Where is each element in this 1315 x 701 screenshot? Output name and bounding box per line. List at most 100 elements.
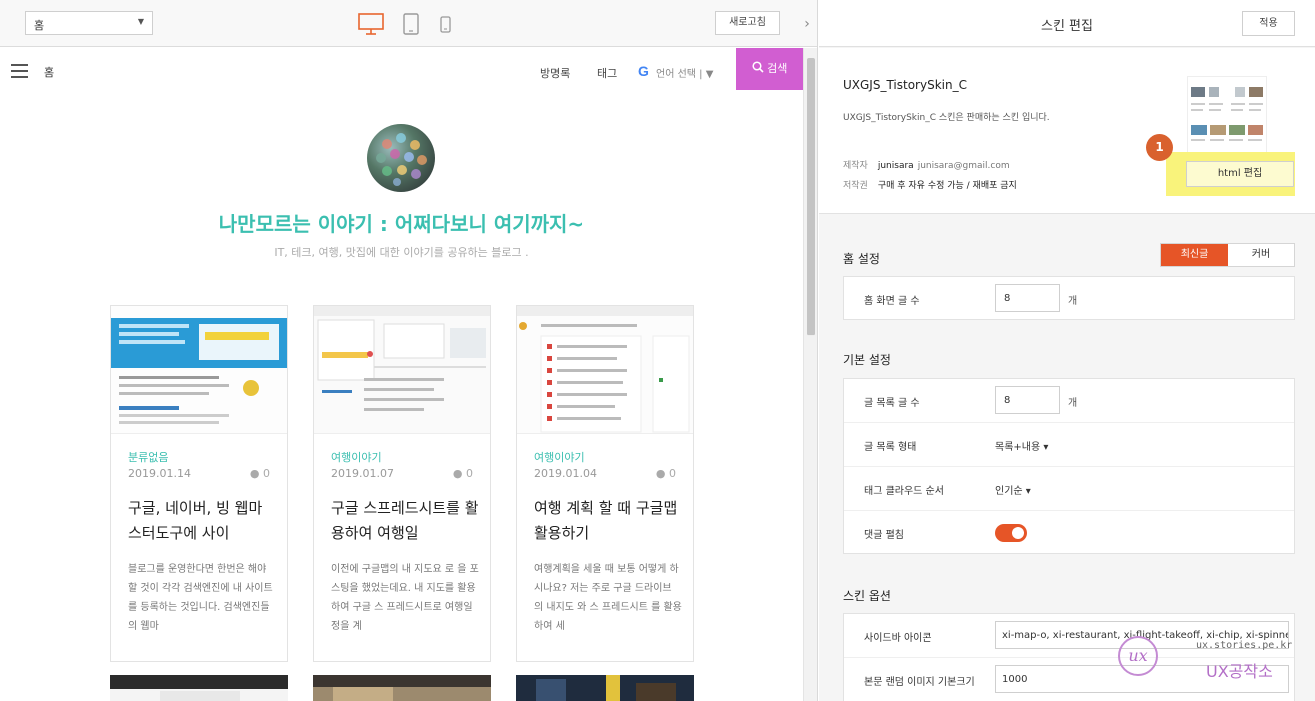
hamburger-menu-icon[interactable] <box>11 64 28 78</box>
chevron-right-icon[interactable]: › <box>796 10 817 38</box>
home-mode-tabs: 최신글 커버 <box>1160 243 1295 267</box>
chevron-down-icon: ▼ <box>137 17 144 26</box>
post-count-input[interactable]: 8 <box>995 386 1060 414</box>
desktop-icon[interactable] <box>358 13 384 35</box>
post-excerpt: 블로그를 운영한다면 한번은 해야 할 것이 각각 검색엔진에 내 사이트를 등… <box>128 564 273 632</box>
preview-scrollbar[interactable] <box>803 48 817 701</box>
post-thumbnail[interactable] <box>313 675 491 701</box>
blog-description: IT, 테크, 여행, 맛집에 대한 이야기를 공유하는 블로그 . <box>274 246 529 259</box>
post-date: 2019.01.07 <box>331 467 394 480</box>
home-post-count-input[interactable]: 8 <box>995 284 1060 312</box>
blog-preview: 홈 방명록 태그 G 언어 선택 | ▼ 검색 나만모르는 이야기: 어쩌다보… <box>0 48 803 701</box>
post-thumbnail[interactable] <box>110 675 288 701</box>
preview-pane: 홈 ▼ 새로고침 › 홈 방명록 태그 G 언어 선택 | ▼ 검색 나만모르는… <box>0 0 818 701</box>
post-date: 2019.01.04 <box>534 467 597 480</box>
mobile-icon[interactable] <box>440 16 451 33</box>
avatar <box>367 124 435 192</box>
step-badge: 1 <box>1146 134 1173 161</box>
comment-icon: ● <box>249 467 260 480</box>
preview-toolbar: 홈 ▼ 새로고침 › <box>0 0 817 47</box>
watermark-logo-icon: ux <box>1118 636 1158 676</box>
post-title[interactable]: 구글, 네이버, 빙 웹마스터도구에 사이 <box>128 496 276 548</box>
tab-cover[interactable]: 커버 <box>1228 244 1294 266</box>
page-select-value: 홈 <box>34 19 45 32</box>
comment-expand-label: 댓글 펼침 <box>864 530 904 541</box>
sidebar-icon-label: 사이드바 아이콘 <box>864 633 932 644</box>
language-select[interactable]: 언어 선택 | ▼ <box>656 65 713 80</box>
comment-count-value: 0 <box>263 467 270 480</box>
post-card[interactable]: 분류없음 2019.01.14 ● 0 구글, 네이버, 빙 웹마스터도구에 사… <box>110 305 288 662</box>
comment-count: ● 0 <box>453 467 473 480</box>
tablet-icon[interactable] <box>403 13 419 35</box>
skin-description: UXGJS_TistorySkin_C 스킨은 판매하는 스킨 입니다. <box>843 113 1050 123</box>
post-card[interactable]: 여행이야기 2019.01.07 ● 0 구글 스프레드시트를 활용하여 여행일… <box>313 305 491 662</box>
list-type-select[interactable]: 목록+내용 ▾ <box>995 438 1048 453</box>
google-logo-icon: G <box>638 63 649 79</box>
copyright-label: 저작권 <box>843 181 868 191</box>
list-type-row: 글 목록 형태 목록+내용 ▾ <box>844 423 1294 467</box>
post-thumbnail[interactable] <box>516 675 694 701</box>
blog-nav: 홈 방명록 태그 G 언어 선택 | ▼ 검색 <box>0 48 803 94</box>
basic-settings-box: 글 목록 글 수 8 개 글 목록 형태 목록+내용 ▾ 태그 클라우드 순서 … <box>843 378 1295 554</box>
search-label: 검색 <box>767 62 788 75</box>
post-title[interactable]: 여행 계획 할 때 구글맵 활용하기 <box>534 496 682 548</box>
page-select[interactable]: 홈 ▼ <box>25 11 153 35</box>
home-post-count-label: 홈 화면 글 수 <box>864 296 920 307</box>
post-date: 2019.01.14 <box>128 467 191 480</box>
post-excerpt: 이전에 구글맵의 내 지도요 로 을 포스팅을 했었는데요. 내 지도를 활용하… <box>331 564 479 632</box>
skin-copyright: 저작권 구매 후 자유 수정 가능 / 재배포 금지 <box>843 178 1017 191</box>
tag-order-select[interactable]: 인기순 ▾ <box>995 482 1031 497</box>
comment-count: ● 0 <box>250 467 270 480</box>
editor-header: 스킨 편집 적용 <box>819 0 1315 47</box>
watermark: ux ux.stories.pe.kr UX공작소 <box>1118 636 1298 686</box>
watermark-url: ux.stories.pe.kr <box>1196 640 1293 651</box>
tag-order-row: 태그 클라우드 순서 인기순 ▾ <box>844 467 1294 511</box>
home-post-count-unit: 개 <box>1068 296 1078 307</box>
skin-editor-pane: 스킨 편집 적용 UXGJS_TistorySkin_C UXGJS_Tisto… <box>819 0 1315 701</box>
comment-expand-toggle[interactable] <box>995 524 1027 542</box>
author-email: junisara@gmail.com <box>917 161 1010 171</box>
post-thumbnail <box>314 306 490 434</box>
author-label: 제작자 <box>843 161 868 171</box>
search-icon <box>752 61 764 73</box>
skin-options-title: 스킨 옵션 <box>843 589 891 603</box>
post-count-unit: 개 <box>1068 398 1078 409</box>
comment-icon: ● <box>655 467 666 480</box>
comment-count-value: 0 <box>669 467 676 480</box>
post-excerpt: 여행계획을 세울 때 보통 어떻게 하시나요? 저는 주로 구글 드라이브 의 … <box>534 564 682 632</box>
tab-latest[interactable]: 최신글 <box>1161 244 1228 266</box>
copyright-value: 구매 후 자유 수정 가능 / 재배포 금지 <box>877 181 1017 191</box>
home-settings-title: 홈 설정 <box>843 252 880 266</box>
scrollbar-thumb[interactable] <box>807 58 815 336</box>
skin-name: UXGJS_TistorySkin_C <box>843 78 967 92</box>
post-card[interactable]: 여행이야기 2019.01.04 ● 0 여행 계획 할 때 구글맵 활용하기 … <box>516 305 694 662</box>
post-category[interactable]: 분류없음 <box>128 449 168 465</box>
post-count-label: 글 목록 글 수 <box>864 398 920 409</box>
html-edit-button[interactable]: html 편집 <box>1186 161 1294 187</box>
tag-order-label: 태그 클라우드 순서 <box>864 486 944 497</box>
comment-icon: ● <box>452 467 463 480</box>
nav-guestbook[interactable]: 방명록 <box>540 65 570 81</box>
home-settings-box: 홈 화면 글 수 8 개 <box>843 276 1295 320</box>
post-category[interactable]: 여행이야기 <box>534 449 585 465</box>
post-thumbnail <box>517 306 693 434</box>
post-title[interactable]: 구글 스프레드시트를 활용하여 여행일 <box>331 496 479 548</box>
list-type-label: 글 목록 형태 <box>864 442 917 453</box>
post-category[interactable]: 여행이야기 <box>331 449 382 465</box>
search-button[interactable]: 검색 <box>736 48 803 90</box>
watermark-name: UX공작소 <box>1206 662 1273 681</box>
page-title: 스킨 편집 <box>1041 19 1093 34</box>
author-name: junisara <box>877 161 914 171</box>
comment-count: ● 0 <box>656 467 676 480</box>
nav-home[interactable]: 홈 <box>44 64 54 80</box>
basic-settings-title: 기본 설정 <box>843 353 891 367</box>
skin-thumbnail <box>1187 76 1267 154</box>
apply-button[interactable]: 적용 <box>1242 11 1295 36</box>
blog-title[interactable]: 나만모르는 이야기 : 어쩌다보니 여기까지~ <box>0 208 803 237</box>
reload-button[interactable]: 새로고침 <box>715 11 780 35</box>
nav-tag[interactable]: 태그 <box>597 65 617 81</box>
post-thumbnail <box>111 306 287 434</box>
skin-info: UXGJS_TistorySkin_C UXGJS_TistorySkin_C … <box>819 48 1315 214</box>
random-image-label: 본문 랜덤 이미지 기본크기 <box>864 677 975 688</box>
skin-author: 제작자 junisara junisara@gmail.com <box>843 158 1010 171</box>
